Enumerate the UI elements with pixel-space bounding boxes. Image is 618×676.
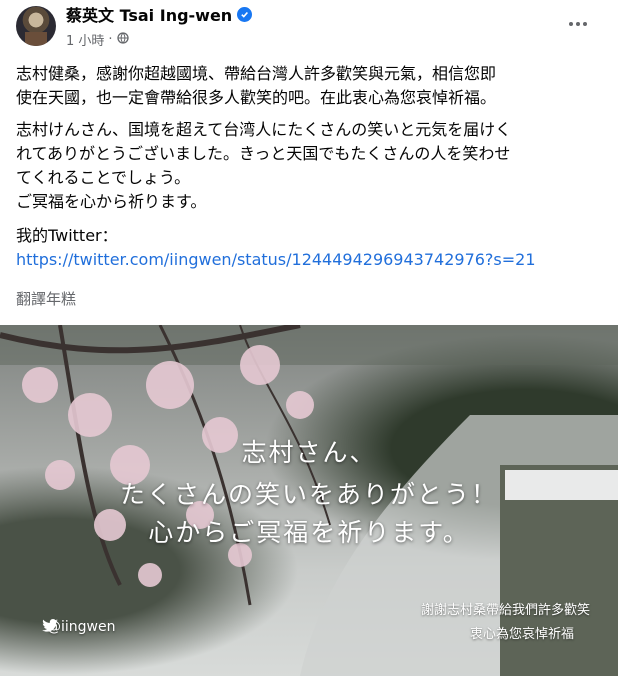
author-avatar[interactable] xyxy=(16,6,56,46)
photo-twitter-handle: @iingwen xyxy=(42,619,115,635)
photo-text-line3: 心からご冥福を祈ります。 xyxy=(148,518,470,547)
paragraph-line: 志村けんさん、国境を超えて台湾人にたくさんの笑いと元気を届けく xyxy=(16,120,512,139)
paragraph-line: 使在天國，也一定會帶給很多人歡笑的吧。在此衷心為您哀悼祈福。 xyxy=(16,88,497,107)
globe-icon[interactable] xyxy=(116,31,129,48)
paragraph-line: 志村健桑，感謝你超越國境、帶給台灣人許多歡笑與元氣，相信您即 xyxy=(16,64,497,83)
post-photo[interactable]: 志村さん、 たくさんの笑いをありがとう！ 心からご冥福を祈ります。 謝謝志村桑帶… xyxy=(0,325,618,676)
avatar-podium xyxy=(25,32,47,46)
photo-text-line1: 志村さん、 xyxy=(241,438,377,467)
paragraph-japanese: 志村けんさん、国境を超えて台湾人にたくさんの笑いと元気を届けく れてありがとうご… xyxy=(16,118,511,214)
photo-caption-line2: 衷心為您哀悼祈福 xyxy=(469,627,574,642)
post-header: 蔡英文 Tsai Ing-wen 1 小時 · xyxy=(0,0,618,60)
author-name[interactable]: 蔡英文 Tsai Ing-wen xyxy=(66,2,232,26)
more-options-icon[interactable] xyxy=(562,8,594,40)
translate-link[interactable]: 翻譯年糕 xyxy=(16,288,76,309)
paragraph-line: ご冥福を心から祈ります。 xyxy=(16,192,207,211)
meta-separator: · xyxy=(108,32,113,47)
paragraph-line: れてありがとうございました。きっと天国でもたくさんの人を笑わせ xyxy=(16,144,511,163)
twitter-status-link[interactable]: https://twitter.com/iingwen/status/12444… xyxy=(16,248,536,272)
verified-badge-icon xyxy=(237,6,253,22)
photo-text-line2: たくさんの笑いをありがとう！ xyxy=(119,480,498,509)
post-time[interactable]: 1 小時 xyxy=(66,30,104,49)
author-name-row: 蔡英文 Tsai Ing-wen xyxy=(66,2,253,26)
photo-caption-line1: 謝謝志村桑帶給我們許多歡笑 xyxy=(420,603,590,618)
paragraph-chinese: 志村健桑，感謝你超越國境、帶給台灣人許多歡笑與元氣，相信您即 使在天國，也一定會… xyxy=(16,62,496,110)
twitter-label: 我的Twitter： xyxy=(16,226,118,245)
post-meta: 1 小時 · xyxy=(66,30,129,49)
paragraph-line: てくれることでしょう。 xyxy=(16,168,191,187)
